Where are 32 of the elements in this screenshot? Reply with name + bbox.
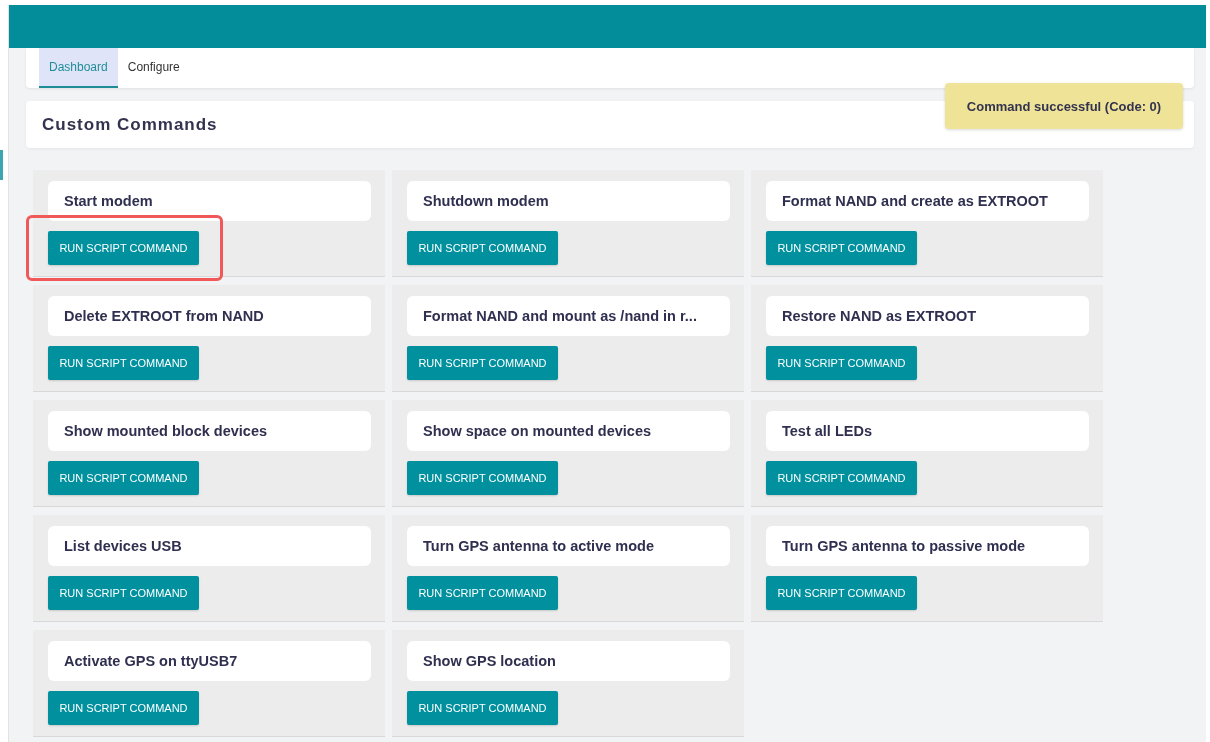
run-button[interactable]: RUN SCRIPT COMMAND	[407, 691, 558, 725]
command-title: Turn GPS antenna to passive mode	[766, 526, 1089, 566]
run-button[interactable]: RUN SCRIPT COMMAND	[407, 461, 558, 495]
run-button[interactable]: RUN SCRIPT COMMAND	[48, 231, 199, 265]
command-title: Restore NAND as EXTROOT	[766, 296, 1089, 336]
run-button[interactable]: RUN SCRIPT COMMAND	[407, 576, 558, 610]
section-title: Custom Commands	[42, 114, 218, 135]
command-title: Delete EXTROOT from NAND	[48, 296, 371, 336]
run-button[interactable]: RUN SCRIPT COMMAND	[407, 231, 558, 265]
command-title: Activate GPS on ttyUSB7	[48, 641, 371, 681]
command-title: Test all LEDs	[766, 411, 1089, 451]
run-button[interactable]: RUN SCRIPT COMMAND	[766, 346, 917, 380]
run-button[interactable]: RUN SCRIPT COMMAND	[766, 576, 917, 610]
command-title: Show GPS location	[407, 641, 730, 681]
run-button[interactable]: RUN SCRIPT COMMAND	[48, 691, 199, 725]
command-title: Show space on mounted devices	[407, 411, 730, 451]
toast-message: Command successful (Code: 0)	[945, 83, 1183, 129]
run-button[interactable]: RUN SCRIPT COMMAND	[48, 576, 199, 610]
run-button[interactable]: RUN SCRIPT COMMAND	[407, 346, 558, 380]
command-title: Format NAND and mount as /nand in r...	[407, 296, 730, 336]
command-title: Turn GPS antenna to active mode	[407, 526, 730, 566]
command-title: List devices USB	[48, 526, 371, 566]
run-button[interactable]: RUN SCRIPT COMMAND	[48, 346, 199, 380]
tab[interactable]: Configure	[117, 48, 190, 88]
run-button[interactable]: RUN SCRIPT COMMAND	[48, 461, 199, 495]
run-button[interactable]: RUN SCRIPT COMMAND	[766, 231, 917, 265]
tab[interactable]: Dashboard	[39, 48, 118, 88]
command-title: Shutdown modem	[407, 181, 730, 221]
command-title: Show mounted block devices	[48, 411, 371, 451]
command-title: Format NAND and create as EXTROOT	[766, 181, 1089, 221]
run-button[interactable]: RUN SCRIPT COMMAND	[766, 461, 917, 495]
command-title: Start modem	[48, 181, 371, 221]
